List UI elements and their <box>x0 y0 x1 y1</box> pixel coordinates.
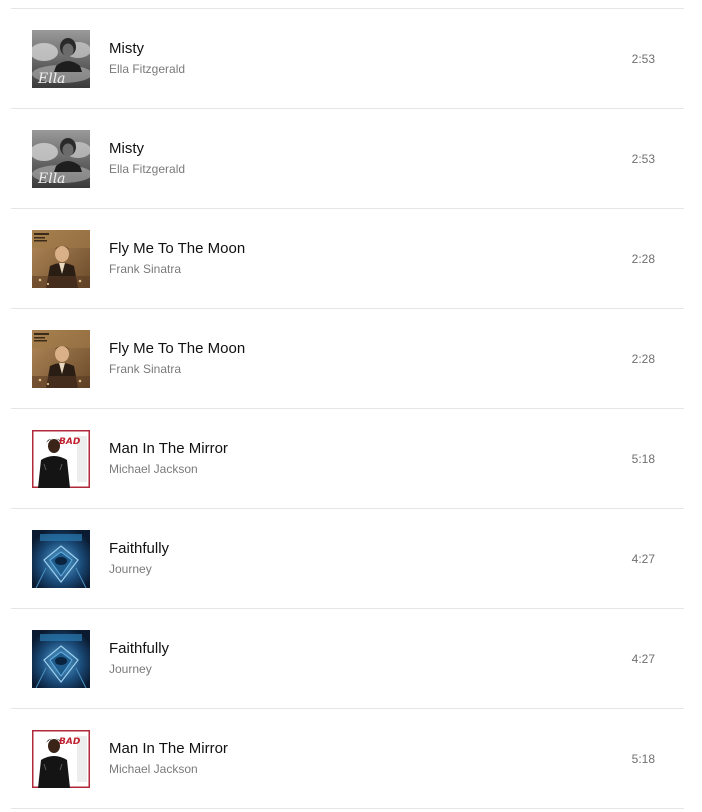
ella-album-art[interactable] <box>32 130 90 188</box>
track-artist: Michael Jackson <box>109 762 198 776</box>
sinatra-album-art[interactable] <box>32 330 90 388</box>
bad-album-art[interactable] <box>32 430 90 488</box>
ella-album-art[interactable] <box>32 30 90 88</box>
track-duration: 2:53 <box>631 52 655 66</box>
track-title: Misty <box>109 140 144 157</box>
track-row-7[interactable]: Faithfully Journey 4:27 <box>11 609 684 709</box>
track-title: Fly Me To The Moon <box>109 240 246 257</box>
frontiers-album-art[interactable] <box>32 630 90 688</box>
track-artist: Frank Sinatra <box>109 262 182 276</box>
track-duration: 2:28 <box>631 352 655 366</box>
track-artist: Ella Fitzgerald <box>109 62 186 76</box>
track-duration: 2:28 <box>631 252 655 266</box>
track-row-1[interactable]: Misty Ella Fitzgerald 2:53 <box>11 9 684 109</box>
track-artist: Michael Jackson <box>109 462 198 476</box>
track-row-4[interactable]: Fly Me To The Moon Frank Sinatra 2:28 <box>11 309 684 409</box>
track-row-5[interactable]: Man In The Mirror Michael Jackson 5:18 <box>11 409 684 509</box>
track-row-8[interactable]: Man In The Mirror Michael Jackson 5:18 <box>11 709 684 809</box>
track-row-3[interactable]: Fly Me To The Moon Frank Sinatra 2:28 <box>11 209 684 309</box>
track-list: Misty Ella Fitzgerald 2:53 Misty Ella Fi… <box>11 8 684 809</box>
track-duration: 4:27 <box>631 652 655 666</box>
track-row-2[interactable]: Misty Ella Fitzgerald 2:53 <box>11 109 684 209</box>
track-artist: Journey <box>109 662 152 676</box>
bad-album-art[interactable] <box>32 730 90 788</box>
track-duration: 2:53 <box>631 152 655 166</box>
sinatra-album-art[interactable] <box>32 230 90 288</box>
track-artist: Ella Fitzgerald <box>109 162 186 176</box>
track-title: Misty <box>109 40 144 57</box>
track-title: Fly Me To The Moon <box>109 340 246 357</box>
track-title: Man In The Mirror <box>109 440 228 457</box>
frontiers-album-art[interactable] <box>32 530 90 588</box>
track-title: Man In The Mirror <box>109 740 228 757</box>
track-row-6[interactable]: Faithfully Journey 4:27 <box>11 509 684 609</box>
track-duration: 5:18 <box>631 452 655 466</box>
track-duration: 5:18 <box>631 752 655 766</box>
track-artist: Journey <box>109 562 152 576</box>
track-artist: Frank Sinatra <box>109 362 182 376</box>
track-title: Faithfully <box>109 540 170 557</box>
track-duration: 4:27 <box>631 552 655 566</box>
track-title: Faithfully <box>109 640 170 657</box>
